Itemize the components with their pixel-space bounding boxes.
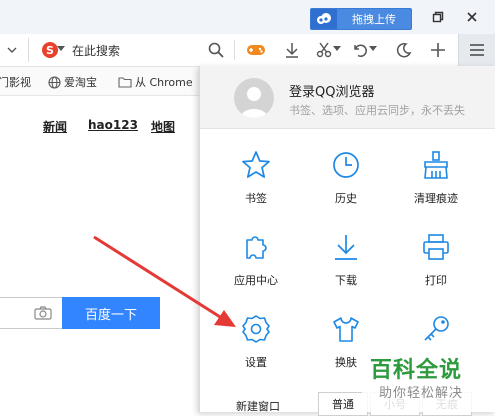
watermark-title: 百科全说 xyxy=(370,358,463,383)
watermark-subtitle: 助你轻松解决 xyxy=(379,386,464,401)
